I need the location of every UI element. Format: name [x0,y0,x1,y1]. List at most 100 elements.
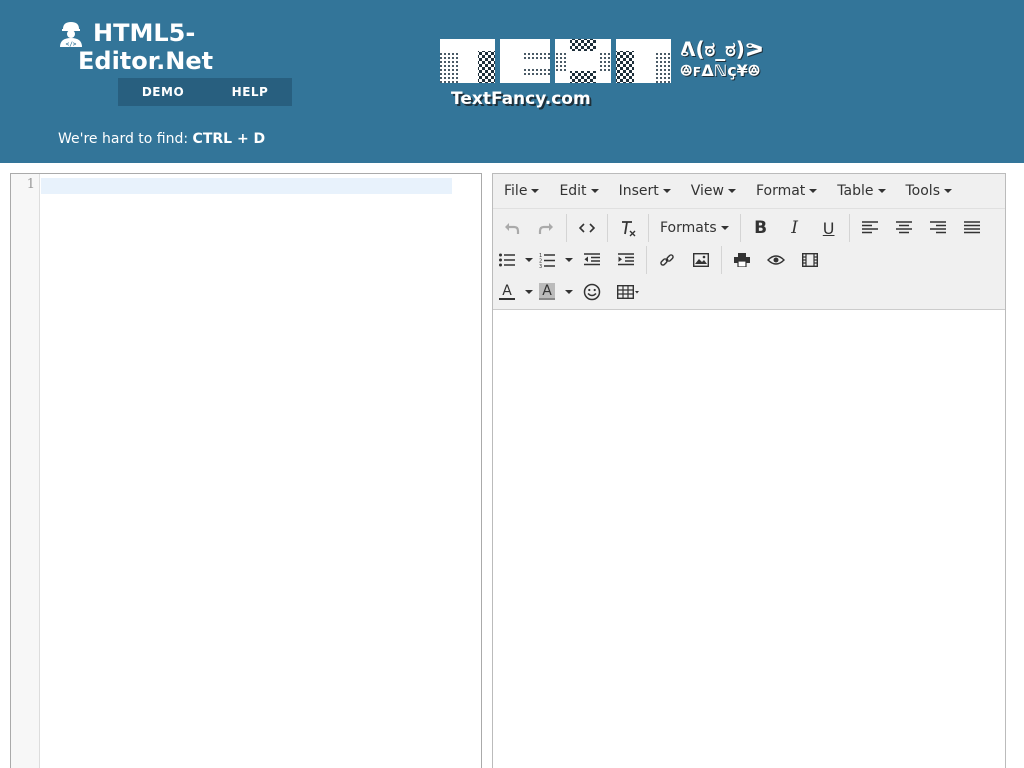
indent-icon [618,253,634,266]
toolbar-separator [848,214,850,242]
menu-view-label: View [690,183,724,199]
source-code-editor[interactable]: 1 [10,173,482,768]
align-center-button[interactable] [887,214,921,242]
menu-edit[interactable]: Edit [551,174,606,209]
emoticons-button[interactable] [575,278,609,306]
chevron-down-icon [720,226,729,230]
developer-avatar-icon: </> [58,20,84,48]
menu-view[interactable]: View [683,174,744,209]
text-color-glyph: A [502,283,512,299]
numbered-list-button[interactable]: 123 [535,246,559,274]
justify-button[interactable] [955,214,989,242]
top-nav: DEMO HELP [118,78,292,106]
menu-tools[interactable]: Tools [898,174,961,209]
redo-icon [538,223,553,234]
numbered-list-options[interactable] [559,246,575,274]
underline-button[interactable]: U [812,214,846,242]
menu-table-label: Table [837,183,874,199]
banner-fancy-text: ꔮꜰΔℕç¥ꔮ [680,61,761,80]
menu-format[interactable]: Format [748,174,825,209]
justify-icon [963,221,980,234]
insert-link-button[interactable] [650,246,684,274]
background-color-glyph: A [542,283,552,299]
link-icon [660,254,674,266]
site-logo[interactable]: </> HTML5- Editor.Net [58,20,213,75]
bullet-list-options[interactable] [519,246,535,274]
nav-help-link[interactable]: HELP [208,78,292,106]
textfancy-banner[interactable]: ᕕ(ಠ_ಠ)ᕗ ꔮꜰΔℕç¥ꔮ TextFancy.com [440,37,790,112]
align-left-icon [861,221,878,234]
menu-insert[interactable]: Insert [611,174,679,209]
chevron-down-icon [565,290,573,294]
toolbar-separator [721,246,722,274]
active-line-highlight[interactable] [41,178,452,194]
insert-media-button[interactable] [793,246,827,274]
wysiwyg-editor: File Edit Insert View Format Table Tools [492,173,1006,768]
table-icon [617,285,639,299]
bold-button[interactable]: B [744,214,778,242]
text-color-bar [499,298,515,300]
align-right-icon [929,221,946,234]
chevron-down-icon [809,189,818,193]
menu-file[interactable]: File [496,174,547,209]
banner-site-name: TextFancy.com [451,89,591,109]
menu-file-label: File [504,183,528,199]
undo-button[interactable] [495,214,529,242]
background-color-button[interactable]: A [535,278,559,306]
italic-button[interactable]: I [778,214,812,242]
image-icon [693,253,709,267]
editor-menubar: File Edit Insert View Format Table Tools [493,174,1005,209]
align-center-icon [895,221,912,234]
align-right-button[interactable] [921,214,955,242]
toolbar-separator [566,214,567,242]
align-left-button[interactable] [853,214,887,242]
bold-icon: B [754,218,768,238]
banner-emoticon: ᕕ(ಠ_ಠ)ᕗ [680,37,764,61]
menu-tools-label: Tools [905,183,941,199]
site-header: </> HTML5- Editor.Net DEMO HELP We're ha… [0,0,1024,163]
toolbar-row-2: 123 [493,244,1005,276]
formats-dropdown[interactable]: Formats [652,214,737,242]
source-code-button[interactable] [570,214,604,242]
tagline-shortcut: CTRL + D [192,131,266,147]
numbered-list-icon: 123 [539,253,555,268]
clear-formatting-icon [622,221,636,237]
indent-button[interactable] [609,246,643,274]
film-icon [802,253,818,267]
smiley-icon [583,283,601,301]
tagline-text: We're hard to find: [58,131,193,147]
chevron-down-icon [525,258,533,262]
menu-edit-label: Edit [559,183,587,199]
preview-button[interactable] [759,246,793,274]
toolbar-separator [607,214,608,242]
insert-table-button[interactable] [609,278,651,306]
eye-icon [767,255,785,265]
menu-table[interactable]: Table [829,174,893,209]
logo-text-line1: HTML5- [93,19,196,47]
print-button[interactable] [725,246,759,274]
chevron-down-icon [662,189,671,193]
background-color-bar [539,298,555,300]
text-color-button[interactable]: A [495,278,519,306]
outdent-button[interactable] [575,246,609,274]
clear-formatting-button[interactable] [611,214,645,242]
toolbar-separator [739,214,741,242]
outdent-icon [584,253,600,266]
insert-image-button[interactable] [684,246,718,274]
line-number: 1 [26,177,35,192]
chevron-down-icon [531,189,540,193]
redo-button[interactable] [529,214,563,242]
background-color-icon: A [539,283,555,300]
bullet-list-button[interactable] [495,246,519,274]
nav-demo-link[interactable]: DEMO [118,78,208,106]
background-color-options[interactable] [559,278,575,306]
chevron-down-icon [525,290,533,294]
text-color-options[interactable] [519,278,535,306]
toolbar-row-1: Formats B I U [493,212,1005,244]
line-number-gutter: 1 [11,174,40,768]
editor-toolbar: Formats B I U 1 2 3 A A [493,209,1005,310]
bullet-list-icon [499,253,515,267]
svg-text:3: 3 [539,264,542,268]
underline-icon: U [822,218,835,238]
editor-content-area[interactable] [493,311,1005,768]
